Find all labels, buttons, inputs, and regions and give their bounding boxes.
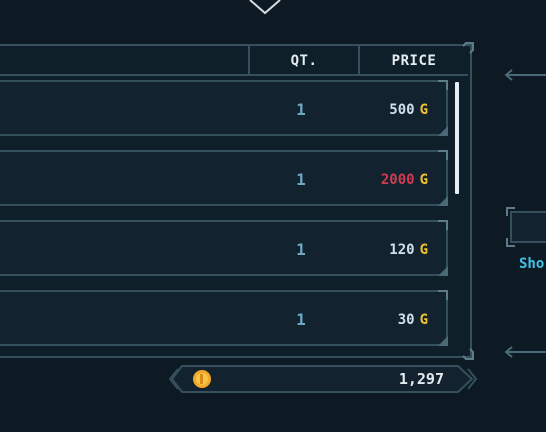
price-amount: 30 — [397, 312, 415, 328]
price-amount: 500 — [389, 102, 415, 118]
corner-ornament-icon — [438, 126, 448, 136]
currency-symbol: G — [419, 242, 428, 258]
shop-item-row[interactable]: 1 120 G — [0, 220, 448, 276]
corner-ornament-icon — [438, 336, 448, 346]
shop-item-row[interactable]: 1 30 G — [0, 290, 448, 346]
arrow-left-icon — [504, 69, 546, 81]
item-price: 2000 G — [381, 152, 428, 204]
corner-ornament-icon — [438, 150, 448, 160]
currency-symbol: G — [419, 102, 428, 118]
corner-ornament-icon — [438, 80, 448, 90]
top-chevron-icon — [249, 0, 281, 15]
currency-symbol: G — [419, 312, 428, 328]
shop-item-row[interactable]: 1 500 G — [0, 80, 448, 136]
item-price: 500 G — [389, 82, 428, 134]
corner-ornament-icon — [438, 220, 448, 230]
item-quantity: 1 — [296, 170, 306, 189]
currency-symbol: G — [419, 172, 428, 188]
shop-item-row[interactable]: 1 2000 G — [0, 150, 448, 206]
arrow-left-icon — [504, 346, 546, 358]
corner-ornament-icon — [438, 290, 448, 300]
corner-ornament-icon — [438, 266, 448, 276]
shop-tab-label: Sho — [519, 256, 545, 272]
column-header-row: QT. PRICE — [0, 46, 468, 76]
corner-ornament-icon — [438, 196, 448, 206]
price-amount: 120 — [389, 242, 415, 258]
item-price: 120 G — [389, 222, 428, 274]
shop-tab-button[interactable] — [505, 206, 546, 248]
item-quantity: 1 — [296, 100, 306, 119]
corner-ornament-icon — [462, 348, 474, 360]
gold-balance-bar: 1,297 — [168, 364, 478, 394]
item-quantity: 1 — [296, 310, 306, 329]
item-quantity: 1 — [296, 240, 306, 259]
item-price: 30 G — [398, 292, 428, 344]
qty-column-header: QT. — [248, 46, 358, 74]
gold-amount: 1,297 — [398, 370, 444, 388]
price-amount-unaffordable: 2000 — [380, 172, 415, 188]
gold-coin-icon — [193, 370, 211, 388]
shop-screen: QT. PRICE 1 500 G 1 2000 G 1 120 G 1 30 G — [0, 0, 546, 432]
price-column-header: PRICE — [358, 46, 468, 74]
item-list-scrollbar[interactable] — [455, 82, 459, 194]
